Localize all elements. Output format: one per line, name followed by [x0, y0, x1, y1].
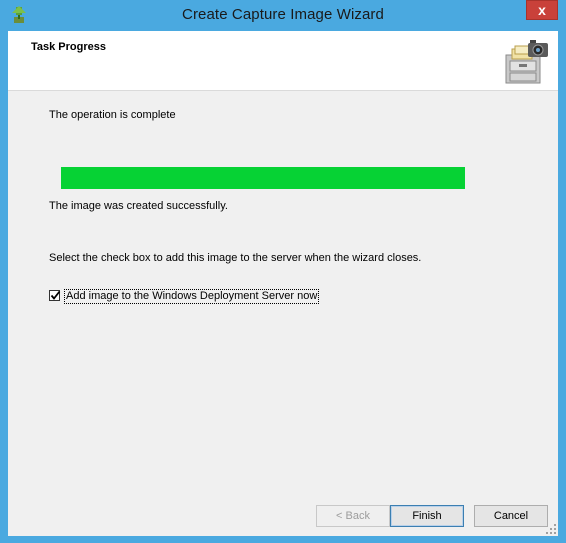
- status-text: The operation is complete: [49, 109, 176, 121]
- resize-grip-icon[interactable]: [545, 523, 557, 535]
- wizard-header: Task Progress: [8, 31, 558, 91]
- progress-fill: [61, 167, 465, 189]
- result-text: The image was created successfully.: [49, 200, 228, 212]
- add-image-checkbox-label[interactable]: Add image to the Windows Deployment Serv…: [64, 289, 320, 304]
- file-cabinet-camera-icon: [505, 40, 548, 84]
- wizard-window: Create Capture Image Wizard x Task Progr…: [0, 0, 566, 543]
- add-image-checkbox[interactable]: [49, 290, 61, 301]
- page-title: Task Progress: [31, 41, 107, 53]
- finish-button[interactable]: Finish: [390, 505, 464, 527]
- back-button[interactable]: < Back: [316, 505, 390, 527]
- close-button[interactable]: x: [526, 0, 558, 20]
- window-title: Create Capture Image Wizard: [182, 6, 384, 23]
- wizard-client-area: Task Progress The operation is complete …: [8, 31, 558, 536]
- checkmark-icon: [50, 290, 61, 300]
- instruction-text: Select the check box to add this image t…: [49, 252, 422, 264]
- cancel-button[interactable]: Cancel: [474, 505, 548, 527]
- progress-bar: [61, 167, 465, 189]
- title-bar[interactable]: Create Capture Image Wizard x: [0, 0, 566, 30]
